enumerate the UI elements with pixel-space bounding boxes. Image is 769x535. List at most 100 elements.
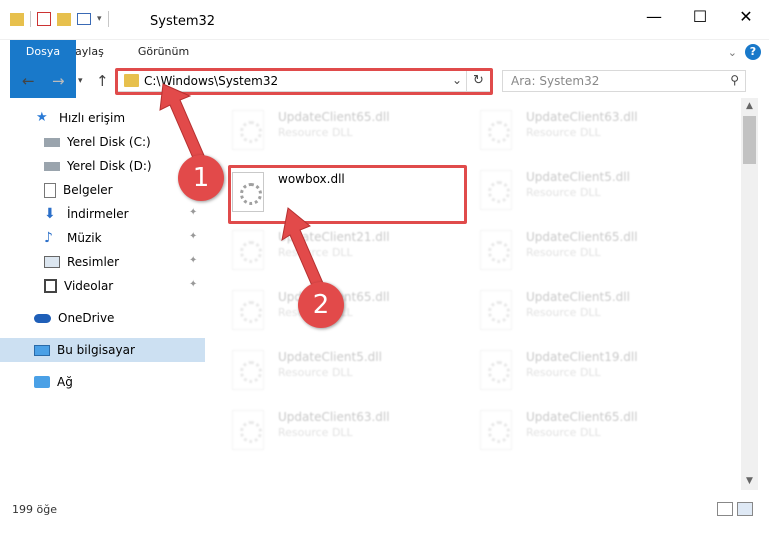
file-name: UpdateClient19.dll <box>526 350 638 364</box>
list-item[interactable]: UpdateClient63.dll Resource DLL <box>232 406 472 464</box>
list-item[interactable]: UpdateClient63.dll Resource DLL <box>480 106 720 164</box>
file-name: UpdateClient63.dll <box>278 410 390 424</box>
folder-icon[interactable] <box>10 12 24 26</box>
chevron-down-icon[interactable]: ▾ <box>97 14 102 24</box>
pin-icon[interactable]: ✦ <box>189 135 199 147</box>
list-item[interactable]: UpdateClient65.dll Resource DLL <box>480 226 720 284</box>
network-icon <box>34 376 50 388</box>
sidebar-item-downloads[interactable]: ⬇ İndirmeler ✦ <box>0 202 205 226</box>
file-name: UpdateClient63.dll <box>526 110 638 124</box>
status-bar: 199 öğe <box>0 498 769 520</box>
dll-file-icon <box>480 110 512 150</box>
list-item[interactable]: UpdateClient5.dll Resource DLL <box>480 286 720 344</box>
forward-arrow-icon[interactable]: → <box>52 72 65 90</box>
scroll-up-icon[interactable]: ▲ <box>741 98 758 115</box>
scroll-thumb[interactable] <box>743 116 756 164</box>
step-2-marker: 2 <box>298 282 344 328</box>
sidebar-item-label: Hızlı erişim <box>59 111 126 125</box>
sidebar-item-label: İndirmeler <box>67 207 129 221</box>
pictures-icon <box>44 256 60 268</box>
maximize-icon[interactable]: ☐ <box>677 0 723 32</box>
list-item[interactable]: UpdateClient65.dll Resource DLL <box>232 286 472 344</box>
list-item[interactable]: UpdateClient5.dll Resource DLL <box>480 166 720 224</box>
sidebar-item-onedrive[interactable]: OneDrive <box>0 306 205 330</box>
help-icon[interactable]: ? <box>745 44 761 60</box>
search-icon[interactable]: ⚲ <box>730 73 739 87</box>
dll-file-icon <box>232 110 264 150</box>
dll-file-icon <box>480 410 512 450</box>
sidebar-item-label: Videolar <box>64 279 114 293</box>
close-icon[interactable]: ✕ <box>723 0 769 32</box>
list-item[interactable]: UpdateClient19.dll Resource DLL <box>480 346 720 404</box>
list-item[interactable]: UpdateClient65.dll Resource DLL <box>232 106 472 164</box>
sidebar-item-label: Yerel Disk (C:) <box>67 135 151 149</box>
sidebar-item-local-disk-d[interactable]: Yerel Disk (D:) <box>0 154 205 178</box>
dll-file-icon <box>480 290 512 330</box>
window-controls: — ☐ ✕ <box>631 0 769 32</box>
dll-file-icon <box>480 350 512 390</box>
file-name: UpdateClient5.dll <box>526 170 630 184</box>
sidebar-item-pictures[interactable]: Resimler ✦ <box>0 250 205 274</box>
step-1-marker: 1 <box>178 155 224 201</box>
file-type: Resource DLL <box>526 426 601 439</box>
recent-locations-icon[interactable]: ▾ <box>78 76 83 86</box>
sidebar-item-label: Resimler <box>67 255 120 269</box>
window-title: System32 <box>150 14 216 29</box>
toolbar-divider <box>30 11 31 27</box>
vertical-scrollbar[interactable]: ▲ ▼ <box>741 98 758 490</box>
file-type: Resource DLL <box>526 126 601 139</box>
sidebar-item-this-pc[interactable]: Bu bilgisayar <box>0 338 205 362</box>
up-arrow-icon[interactable]: ↑ <box>96 72 109 90</box>
pin-icon[interactable]: ✦ <box>189 279 199 291</box>
minimize-icon[interactable]: — <box>631 0 677 32</box>
file-name: UpdateClient21.dll <box>278 230 390 244</box>
file-type: Resource DLL <box>526 306 601 319</box>
toolbar-divider <box>107 11 109 27</box>
file-type: Resource DLL <box>278 246 353 259</box>
list-item[interactable]: UpdateClient5.dll Resource DLL <box>232 346 472 404</box>
back-arrow-icon[interactable]: ← <box>22 72 35 90</box>
dll-file-icon <box>480 230 512 270</box>
sidebar-item-label: Yerel Disk (D:) <box>67 159 152 173</box>
pin-icon[interactable]: ✦ <box>189 255 199 267</box>
file-highlight <box>228 165 467 224</box>
sidebar-item-documents[interactable]: Belgeler ✦ <box>0 178 205 202</box>
scroll-down-icon[interactable]: ▼ <box>741 473 758 490</box>
sidebar-item-videos[interactable]: Videolar ✦ <box>0 274 205 298</box>
pin-icon[interactable]: ✦ <box>189 207 199 219</box>
file-type: Resource DLL <box>526 186 601 199</box>
pin-icon[interactable]: ✦ <box>189 231 199 243</box>
file-name: UpdateClient65.dll <box>278 110 390 124</box>
file-name: UpdateClient65.dll <box>526 230 638 244</box>
list-item[interactable]: UpdateClient21.dll Resource DLL <box>232 226 472 284</box>
view-toggle <box>717 502 753 516</box>
dll-file-icon <box>232 350 264 390</box>
large-icons-view-icon[interactable] <box>737 502 753 516</box>
sidebar-item-music[interactable]: ♪ Müzik ✦ <box>0 226 205 250</box>
file-type: Resource DLL <box>278 366 353 379</box>
new-folder-icon[interactable] <box>57 12 71 26</box>
drive-icon <box>44 161 60 171</box>
dll-file-icon <box>232 230 264 270</box>
search-input[interactable]: Ara: System32 ⚲ <box>502 70 746 92</box>
file-type: Resource DLL <box>526 246 601 259</box>
cloud-icon <box>34 313 51 323</box>
sidebar-item-network[interactable]: Ağ <box>0 370 205 394</box>
sidebar-item-local-disk-c[interactable]: Yerel Disk (C:) ✦ <box>0 130 205 154</box>
tab-view[interactable]: Görünüm <box>116 40 201 64</box>
file-type: Resource DLL <box>278 426 353 439</box>
music-icon: ♪ <box>44 230 53 246</box>
list-item[interactable]: UpdateClient65.dll Resource DLL <box>480 406 720 464</box>
sidebar-item-quick-access[interactable]: ★ Hızlı erişim <box>0 106 205 130</box>
videos-icon <box>44 279 57 293</box>
item-count: 199 öğe <box>12 503 57 516</box>
navigation-pane: ★ Hızlı erişim Yerel Disk (C:) ✦ Yerel D… <box>0 98 207 490</box>
dll-file-icon <box>480 170 512 210</box>
expand-ribbon-icon[interactable]: ⌄ <box>728 46 737 59</box>
sidebar-item-label: Bu bilgisayar <box>57 343 135 357</box>
properties-icon[interactable] <box>37 12 51 26</box>
details-view-icon[interactable] <box>717 502 733 516</box>
ribbon-right-controls: ⌄ ? <box>728 44 761 60</box>
customize-toolbar-icon[interactable] <box>77 13 91 25</box>
quick-access-toolbar: ▾ <box>10 11 109 27</box>
